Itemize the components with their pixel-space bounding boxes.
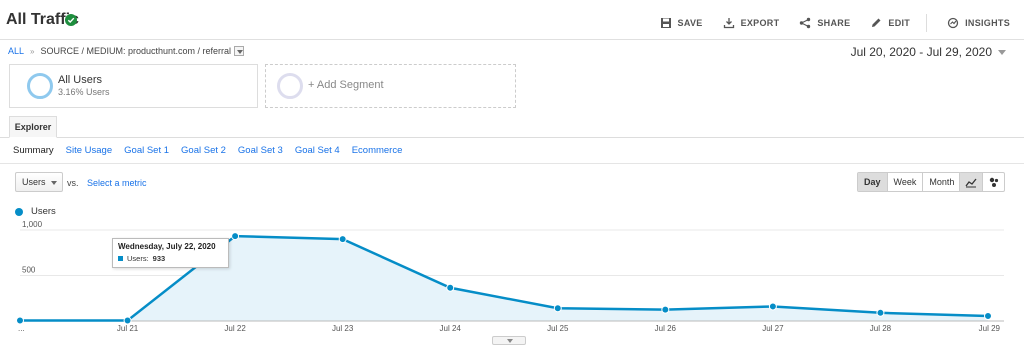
line-chart-icon <box>965 178 977 188</box>
x-tick-label: Jul 28 <box>870 324 892 333</box>
x-tick-label: ... <box>18 324 25 333</box>
tooltip-date: Wednesday, July 22, 2020 <box>118 242 216 251</box>
subtab-site-usage[interactable]: Site Usage <box>66 145 112 156</box>
date-range-picker[interactable]: Jul 20, 2020 - Jul 29, 2020 <box>851 45 1006 59</box>
share-icon <box>800 17 811 29</box>
chevron-down-icon <box>998 49 1006 55</box>
subtab-goal-set-1[interactable]: Goal Set 1 <box>124 145 169 156</box>
legend-swatch <box>15 207 23 216</box>
subtab-goal-set-4[interactable]: Goal Set 4 <box>295 145 340 156</box>
x-tick-label: Jul 21 <box>117 324 139 333</box>
add-segment-button[interactable]: + Add Segment <box>265 64 516 108</box>
verified-icon <box>65 14 77 26</box>
data-point <box>16 316 24 325</box>
x-tick-label: Jul 26 <box>655 324 677 333</box>
x-tick-label: Jul 22 <box>224 324 246 333</box>
bubbles-icon <box>989 177 998 187</box>
x-tick-label: Jul 29 <box>979 324 1001 333</box>
export-icon <box>723 18 734 29</box>
subtab-goal-set-3[interactable]: Goal Set 3 <box>238 145 283 156</box>
legend-label: Users <box>31 206 56 217</box>
chart-legend: Users <box>15 206 56 217</box>
save-icon <box>660 18 671 28</box>
period-toggle: Day Week Month <box>857 172 962 192</box>
insights-button[interactable]: INSIGHTS <box>947 17 1010 29</box>
breadcrumb-current: SOURCE / MEDIUM: producthunt.com / refer… <box>40 46 232 56</box>
y-tick-label: 500 <box>22 266 36 275</box>
tab-divider <box>0 137 1024 138</box>
period-week-button[interactable]: Week <box>886 173 923 191</box>
edit-label: EDIT <box>888 18 911 28</box>
tooltip-swatch <box>118 256 123 261</box>
segment-all-users[interactable]: All Users 3.16% Users <box>9 64 258 108</box>
vs-label: vs. <box>67 178 79 188</box>
breadcrumb-dropdown-button[interactable] <box>234 46 245 56</box>
period-month-button[interactable]: Month <box>922 173 961 191</box>
data-point <box>446 283 455 292</box>
subtab-ecommerce[interactable]: Ecommerce <box>352 145 403 156</box>
report-toolbar: SAVE EXPORT SHARE EDIT INSIGHTS <box>640 14 1010 32</box>
data-point <box>123 316 132 325</box>
period-day-button[interactable]: Day <box>858 173 887 191</box>
segment-name: All Users <box>58 74 103 86</box>
segment-percentage: 3.16% Users <box>58 87 110 97</box>
tooltip-row: Users: 933 <box>118 254 223 263</box>
tab-explorer[interactable]: Explorer <box>9 116 57 138</box>
line-chart-view-button[interactable] <box>960 173 982 191</box>
insights-label: INSIGHTS <box>965 18 1010 28</box>
export-button[interactable]: EXPORT <box>723 17 780 29</box>
motion-chart-view-button[interactable] <box>982 173 1004 191</box>
insights-icon <box>947 17 959 29</box>
edit-icon <box>872 18 881 27</box>
x-tick-label: Jul 27 <box>762 324 784 333</box>
export-label: EXPORT <box>740 18 780 28</box>
metric-select-value: Users <box>22 177 46 187</box>
data-point <box>876 308 885 317</box>
breadcrumb-all-link[interactable]: ALL <box>8 46 24 56</box>
chart-resize-handle[interactable] <box>492 336 526 345</box>
segment-ring-icon <box>277 73 303 99</box>
subtab-divider <box>0 163 1024 164</box>
data-point <box>338 235 347 244</box>
tooltip-label: Users: <box>127 254 149 263</box>
save-button[interactable]: SAVE <box>660 17 703 29</box>
chevron-down-icon <box>51 181 57 185</box>
data-point <box>768 302 777 311</box>
select-metric-link[interactable]: Select a metric <box>87 178 147 188</box>
subtab-goal-set-2[interactable]: Goal Set 2 <box>181 145 226 156</box>
share-label: SHARE <box>817 18 851 28</box>
x-tick-label: Jul 24 <box>440 324 462 333</box>
toolbar-divider <box>926 14 928 32</box>
metric-select[interactable]: Users <box>15 172 63 192</box>
breadcrumb-separator: » <box>30 46 35 56</box>
breadcrumb: ALL » SOURCE / MEDIUM: producthunt.com /… <box>8 46 245 56</box>
chart-tooltip: Wednesday, July 22, 2020 Users: 933 <box>112 238 229 268</box>
data-point <box>661 305 670 314</box>
share-button[interactable]: SHARE <box>799 17 850 29</box>
data-point <box>553 304 562 313</box>
x-tick-label: Jul 25 <box>547 324 569 333</box>
x-tick-label: Jul 23 <box>332 324 354 333</box>
segment-ring-icon <box>27 73 53 99</box>
tooltip-value: 933 <box>152 254 166 263</box>
chart-view-toggle <box>959 172 1005 192</box>
data-point <box>231 232 240 241</box>
report-header: All Traffic SAVE EXPORT SHARE EDIT INSIG… <box>0 0 1024 40</box>
subtab-summary[interactable]: Summary <box>13 145 54 156</box>
add-segment-label: + Add Segment <box>308 79 384 91</box>
date-range-label: Jul 20, 2020 - Jul 29, 2020 <box>850 45 992 59</box>
y-tick-label: 1,000 <box>22 220 43 229</box>
save-label: SAVE <box>677 18 703 28</box>
data-point <box>984 311 992 320</box>
explorer-subtabs: Summary Site Usage Goal Set 1 Goal Set 2… <box>13 145 414 156</box>
edit-button[interactable]: EDIT <box>870 17 910 29</box>
users-line-chart: 500 1,000... Jul 21 Jul 22 Jul 23 Jul 24 Jul 2… <box>16 220 1004 333</box>
